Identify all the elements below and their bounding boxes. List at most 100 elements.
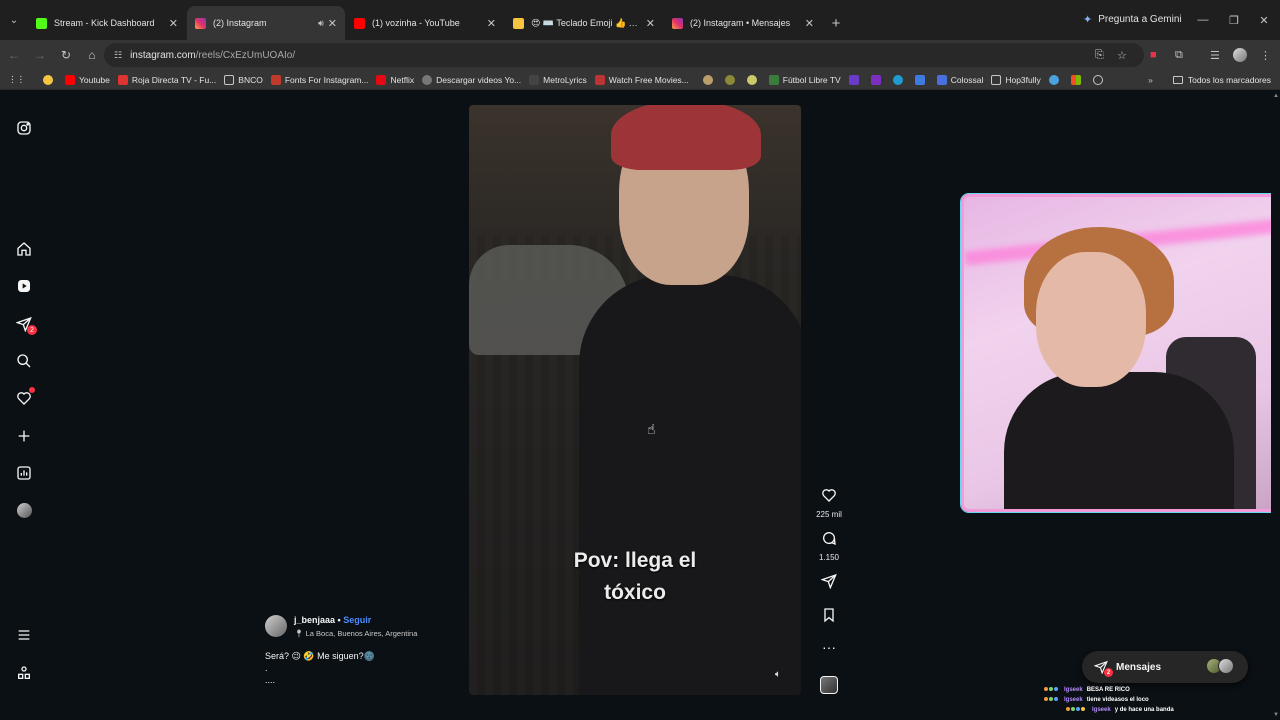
close-tab-icon[interactable]: ✕ [805,17,814,30]
profile-avatar[interactable] [1233,40,1247,70]
scroll-up-icon[interactable]: ▲ [1273,93,1279,99]
mute-toggle-icon[interactable]: 🔈︎ [775,669,781,680]
notification-badge: 2 [27,325,37,335]
minimize-button[interactable]: — [1187,0,1219,40]
bookmark-icon-1[interactable] [702,74,717,85]
close-tab-icon[interactable]: ✕ [646,17,655,30]
bookmark-colossal[interactable]: Colossal [936,74,983,85]
home-icon[interactable] [14,239,34,259]
menu-hamburger-icon[interactable] [14,625,34,645]
bookmark-icon-10[interactable] [1092,74,1107,85]
send-icon [820,573,837,590]
search-icon[interactable] [14,351,34,371]
star-icon[interactable]: ☆ [1117,40,1127,70]
install-app-icon[interactable]: ⎘ [1095,40,1104,70]
reel-caption[interactable]: Será? 😉 🤣 Me siguen?🌚 . .... [265,650,375,686]
smiley-icon [43,74,53,85]
folder-icon [1172,76,1183,84]
bookmark-icon-5[interactable] [870,74,885,85]
extension-icon[interactable]: ■ [1150,40,1157,70]
scroll-down-icon[interactable]: ▼ [1273,712,1279,718]
like-button[interactable]: 225 mil [812,487,846,519]
more-options-icon[interactable]: ··· [812,640,846,654]
extensions-puzzle-icon[interactable]: ⧉ [1175,40,1183,70]
bookmark-fonts[interactable]: Fonts For Instagram... [270,74,368,85]
bookmark-icon-8[interactable] [1048,74,1063,85]
notifications-heart-icon[interactable] [14,387,35,408]
tab-instagram[interactable]: (2) Instagram 🔊︎ ✕ [187,6,345,40]
meta-apps-icon[interactable] [14,663,34,683]
bookmark-icon-9[interactable] [1070,74,1085,85]
new-tab-button[interactable]: + [823,6,849,40]
page-scrollbar[interactable]: ▲ ▼ [1271,91,1280,720]
author-avatar[interactable] [265,615,287,637]
bookmark-icon-6[interactable] [892,74,907,85]
bookmark-futbol-libre[interactable]: Fútbol Libre TV [768,74,841,85]
instagram-page: 2 Pov: llega el tóxico 🔈︎ ☝ 225 mil 1.15… [0,91,1280,720]
tab-youtube[interactable]: (1) vozinha - YouTube ✕ [346,6,504,40]
location-line[interactable]: 📍︎ La Boca, Buenos Aires, Argentina [294,629,417,638]
browser-toolbar: ← → ↻ ⌂ ☷ instagram.com/reels/CxEzUmUOAI… [0,40,1280,70]
save-button[interactable] [812,607,846,628]
reels-icon[interactable] [14,276,34,296]
site-info-icon[interactable]: ☷ [114,50,122,61]
fonts-icon [270,74,281,85]
apps-grid-icon[interactable]: ⋮⋮ [8,74,25,85]
media-control-icon[interactable]: ☰ [1210,40,1220,70]
bookmark-icon-3[interactable] [746,74,761,85]
tab-title: Stream - Kick Dashboard [54,18,155,28]
close-tab-icon[interactable]: ✕ [169,17,178,30]
author-username[interactable]: j_benjaaa [294,615,335,625]
bookmark-label: Descargar videos Yo... [436,74,522,85]
create-plus-icon[interactable] [14,426,34,446]
instagram-logo-icon[interactable] [14,118,34,138]
profile-avatar[interactable] [14,500,34,520]
bookmark-smiley[interactable] [43,74,57,85]
forward-button[interactable]: → [28,43,52,67]
direct-messages-icon[interactable]: 2 [14,314,37,335]
bookmark-netflix[interactable]: Netflix [376,74,414,85]
bookmark-icon-2[interactable] [724,74,739,85]
netflix-icon [376,74,387,85]
back-button[interactable]: ← [2,43,26,67]
close-tab-icon[interactable]: ✕ [328,17,337,30]
follow-button[interactable]: Seguir [343,615,371,625]
bookmark-watch-movies[interactable]: Watch Free Movies... [594,74,689,85]
double-chevron-right-icon[interactable]: » [1148,75,1153,85]
share-button[interactable] [812,573,846,594]
caption-line-3: .... [265,675,276,685]
reload-button[interactable]: ↻ [54,43,78,67]
plus-icon: + [831,14,841,32]
home-button[interactable]: ⌂ [80,43,104,67]
folder-icon [224,74,235,85]
bookmark-roja-directa[interactable]: Roja Directa TV - Fu... [117,74,217,85]
bookmark-bnco[interactable]: BNCO [224,74,263,85]
kebab-menu-icon[interactable]: ⋮ [1260,40,1271,70]
tab-kick-dashboard[interactable]: Stream - Kick Dashboard ✕ [28,6,186,40]
bookmark-label: Roja Directa TV - Fu... [131,74,217,85]
address-bar[interactable]: ☷ instagram.com/reels/CxEzUmUOAIo/ [104,43,1144,67]
bookmark-hop3fully[interactable]: Hop3fully [991,74,1041,85]
bookmark-icon-7[interactable] [914,74,929,85]
bookmark-icon [824,608,834,623]
tab-emoji-keyboard[interactable]: 😍 ⌨️ Teclado Emoji 👍 🔥 39🔥 ✕ [505,6,663,40]
speaker-icon[interactable]: 🔊︎ [318,18,324,29]
close-tab-icon[interactable]: ✕ [487,17,496,30]
gemini-button[interactable]: ✦ Pregunta a Gemini [1075,6,1190,32]
instagram-sidebar: 2 [0,91,48,720]
close-window-button[interactable]: ✕ [1248,0,1280,40]
restore-button[interactable]: ❐ [1218,0,1250,40]
notification-dot [29,387,35,393]
all-bookmarks[interactable]: » Todos los marcadores [1148,70,1271,90]
reel-video[interactable]: Pov: llega el tóxico 🔈︎ [469,105,801,695]
comment-button[interactable]: 1.150 [812,530,846,562]
bookmark-metrolyrics[interactable]: MetroLyrics [529,74,587,85]
bookmark-youtube[interactable]: Youtube [65,74,110,85]
bookmark-icon-4[interactable] [848,74,863,85]
bookmark-descargar[interactable]: Descargar videos Yo... [422,74,522,85]
tab-search-button[interactable]: ⌄ [0,0,28,40]
messages-button[interactable]: 2 Mensajes [1082,651,1248,683]
audio-thumbnail[interactable] [820,676,838,694]
tab-instagram-messages[interactable]: (2) Instagram • Mensajes ✕ [664,6,822,40]
dashboard-icon[interactable] [14,463,34,483]
